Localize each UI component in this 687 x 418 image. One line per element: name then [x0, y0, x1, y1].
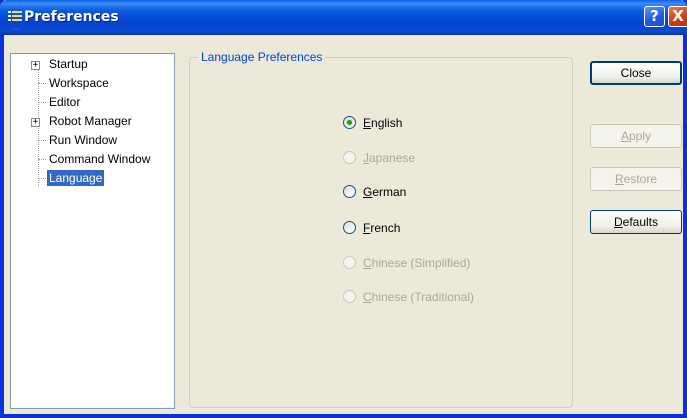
- radio-label: English: [363, 116, 403, 130]
- radio-checked-icon[interactable]: [343, 116, 356, 129]
- tree-item-label: Robot Manager: [49, 114, 132, 128]
- tree-line: [38, 83, 46, 84]
- apply-button[interactable]: Apply: [590, 124, 682, 148]
- tree-item-label: Run Window: [49, 133, 118, 147]
- close-button[interactable]: Close: [590, 61, 682, 85]
- expand-icon[interactable]: +: [31, 118, 40, 127]
- radio-unchecked-icon: [343, 151, 356, 164]
- tree-line: [38, 140, 46, 141]
- radio-label: Japanese: [363, 151, 416, 165]
- title-bar[interactable]: Preferences ? X: [0, 0, 687, 35]
- radio-unchecked-icon[interactable]: [343, 185, 356, 198]
- radio-unchecked-icon: [343, 290, 356, 303]
- window-close-button[interactable]: X: [668, 6, 687, 27]
- restore-button[interactable]: Restore: [590, 167, 682, 191]
- tree-item-label: Language: [47, 170, 105, 186]
- tree-item-label: Command Window: [49, 152, 151, 166]
- category-tree[interactable]: + Startup Workspace Editor + Robot Manag…: [10, 53, 175, 409]
- tree-line: [38, 159, 46, 160]
- radio-label: Chinese (Simplified): [363, 256, 471, 270]
- help-button[interactable]: ?: [644, 6, 665, 27]
- radio-unchecked-icon[interactable]: [343, 221, 356, 234]
- group-title: Language Preferences: [198, 50, 326, 64]
- tree-item-label: Startup: [49, 57, 88, 71]
- radio-unchecked-icon: [343, 256, 356, 269]
- expand-icon[interactable]: +: [31, 61, 40, 70]
- radio-label: German: [363, 185, 407, 199]
- defaults-button[interactable]: Defaults: [590, 210, 682, 234]
- window-title: Preferences: [24, 9, 119, 25]
- app-icon: [8, 11, 22, 21]
- radio-label: Chinese (Traditional): [363, 290, 474, 304]
- tree-line: [38, 178, 46, 179]
- radio-label: French: [363, 221, 401, 235]
- tree-line: [38, 102, 46, 103]
- tree-item-label: Editor: [49, 95, 81, 109]
- tree-item-label: Workspace: [49, 76, 109, 90]
